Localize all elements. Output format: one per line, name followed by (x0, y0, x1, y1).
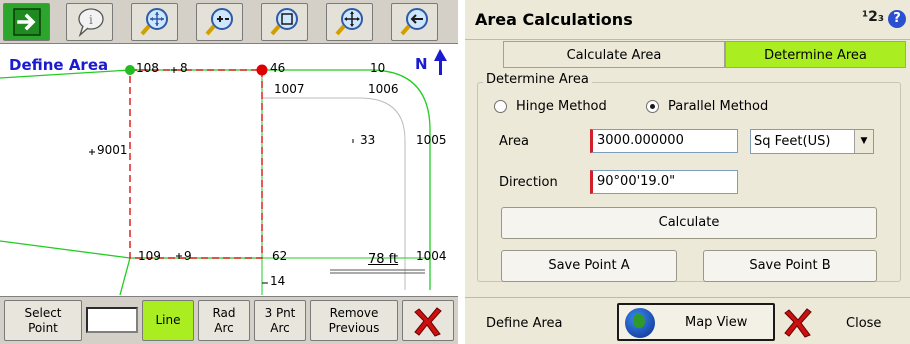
area-label: Area (499, 134, 529, 149)
define-area-button[interactable]: Define Area (486, 316, 562, 331)
point-label-1005: 1005 (416, 133, 447, 147)
point-label-62: 62 (272, 249, 288, 263)
area-calculations-pane: Area Calculations ¹2₃ ? Calculate Area D… (465, 0, 910, 344)
remove-previous-label-line1: Remove (329, 305, 379, 320)
tab-determine-area[interactable]: Determine Area (725, 41, 906, 68)
point-label-108: 108 (136, 61, 159, 75)
point-label-9001: 9001 (97, 143, 128, 157)
help-icon[interactable]: ? (888, 10, 906, 28)
exit-button[interactable] (3, 3, 50, 41)
pan-icon (334, 8, 363, 36)
input-mode-badge[interactable]: ¹2₃ (862, 9, 884, 25)
line-button[interactable]: Line (142, 300, 194, 341)
map-pane: i Define Area N 108 8 46 10 1007 1006 90… (0, 0, 458, 344)
area-unit-select[interactable]: Sq Feet(US) ▼ (750, 129, 874, 154)
title-bar: Area Calculations ¹2₃ ? (465, 0, 910, 40)
zoom-window-button[interactable] (261, 3, 308, 41)
tab-calculate-area[interactable]: Calculate Area (503, 41, 725, 68)
area-boundary (129, 69, 263, 259)
point-label-33: 33 (360, 133, 376, 147)
direction-label: Direction (499, 175, 558, 190)
radio-dot-selected (646, 100, 659, 113)
map-point[interactable] (125, 65, 135, 75)
group-title: Determine Area (483, 72, 592, 87)
select-point-label-line1: Select (24, 305, 62, 320)
map-line (0, 240, 131, 259)
parallel-method-label: Parallel Method (668, 99, 769, 114)
hinge-method-label: Hinge Method (516, 99, 607, 114)
chevron-down-icon[interactable]: ▼ (854, 130, 873, 153)
three-point-arc-label-line2: Arc (270, 320, 290, 335)
pane-divider (458, 0, 465, 344)
exit-arrow-icon (12, 8, 41, 36)
hinge-method-radio[interactable]: Hinge Method (494, 99, 607, 114)
zoom-in-button[interactable] (196, 3, 243, 41)
map-line (119, 257, 131, 295)
point-label-1006: 1006 (368, 82, 399, 96)
select-point-label-line2: Point (28, 320, 58, 335)
svg-text:i: i (89, 13, 93, 27)
parallel-method-radio[interactable]: Parallel Method (646, 99, 768, 114)
globe-icon (625, 308, 655, 338)
zoom-previous-button[interactable] (391, 3, 438, 41)
info-icon: i (77, 8, 104, 38)
point-label-14: 14 (270, 274, 286, 288)
point-label-46: 46 (270, 61, 286, 75)
window-title: Area Calculations (475, 10, 633, 29)
zoom-previous-icon (399, 8, 428, 36)
scale-label: 78 ft (368, 252, 399, 267)
area-input[interactable]: 3000.000000 (590, 129, 738, 153)
map-title: Define Area (9, 56, 109, 74)
point-label-8: 8 (180, 61, 188, 75)
map-point[interactable] (256, 64, 268, 76)
point-label-109: 109 (138, 249, 161, 263)
point-label-10: 10 (370, 61, 386, 75)
three-point-arc-button[interactable]: 3 Pnt Arc (254, 300, 306, 341)
map-view-button[interactable]: Map View (617, 303, 775, 341)
map-view-label: Map View (685, 315, 748, 330)
point-label-9: 9 (184, 249, 192, 263)
pan-button[interactable] (326, 3, 373, 41)
bottom-bar: Define Area Map View Close (465, 297, 910, 344)
zoom-in-icon (204, 8, 233, 36)
calculate-button[interactable]: Calculate (501, 207, 877, 239)
zoom-window-icon (269, 8, 298, 36)
radio-dot (494, 100, 507, 113)
point-marker (171, 67, 177, 73)
rad-arc-label-line1: Rad (212, 305, 236, 320)
map-bottom-toolbar: Select Point Line Rad Arc 3 Pnt Arc Remove P… (0, 296, 458, 344)
save-point-b-button[interactable]: Save Point B (703, 250, 877, 282)
rad-arc-label-line2: Arc (214, 320, 234, 335)
info-button[interactable]: i (66, 3, 113, 41)
area-unit-value: Sq Feet(US) (754, 134, 831, 149)
direction-input[interactable]: 90°00'19.0" (590, 170, 738, 194)
close-x-icon (414, 306, 442, 337)
map-toolbar: i (0, 0, 458, 44)
point-label-1004: 1004 (416, 249, 447, 263)
point-marker (89, 149, 95, 155)
north-label: N (415, 55, 428, 73)
close-map-button[interactable] (402, 300, 454, 341)
three-point-arc-label-line1: 3 Pnt (264, 305, 296, 320)
remove-previous-button[interactable]: Remove Previous (310, 300, 398, 341)
point-label-1007: 1007 (274, 82, 305, 96)
remove-previous-label-line2: Previous (328, 320, 380, 335)
save-point-a-button[interactable]: Save Point A (501, 250, 677, 282)
select-point-button[interactable]: Select Point (4, 300, 82, 341)
close-x-icon[interactable] (781, 304, 815, 340)
map-canvas[interactable]: Define Area N 108 8 46 10 1007 1006 9001… (0, 45, 458, 295)
line-name-field[interactable] (86, 307, 138, 333)
zoom-extents-button[interactable] (131, 3, 178, 41)
close-button[interactable]: Close (846, 316, 881, 331)
north-arrow (434, 49, 447, 75)
zoom-extents-icon (139, 8, 168, 36)
rad-arc-button[interactable]: Rad Arc (198, 300, 250, 341)
